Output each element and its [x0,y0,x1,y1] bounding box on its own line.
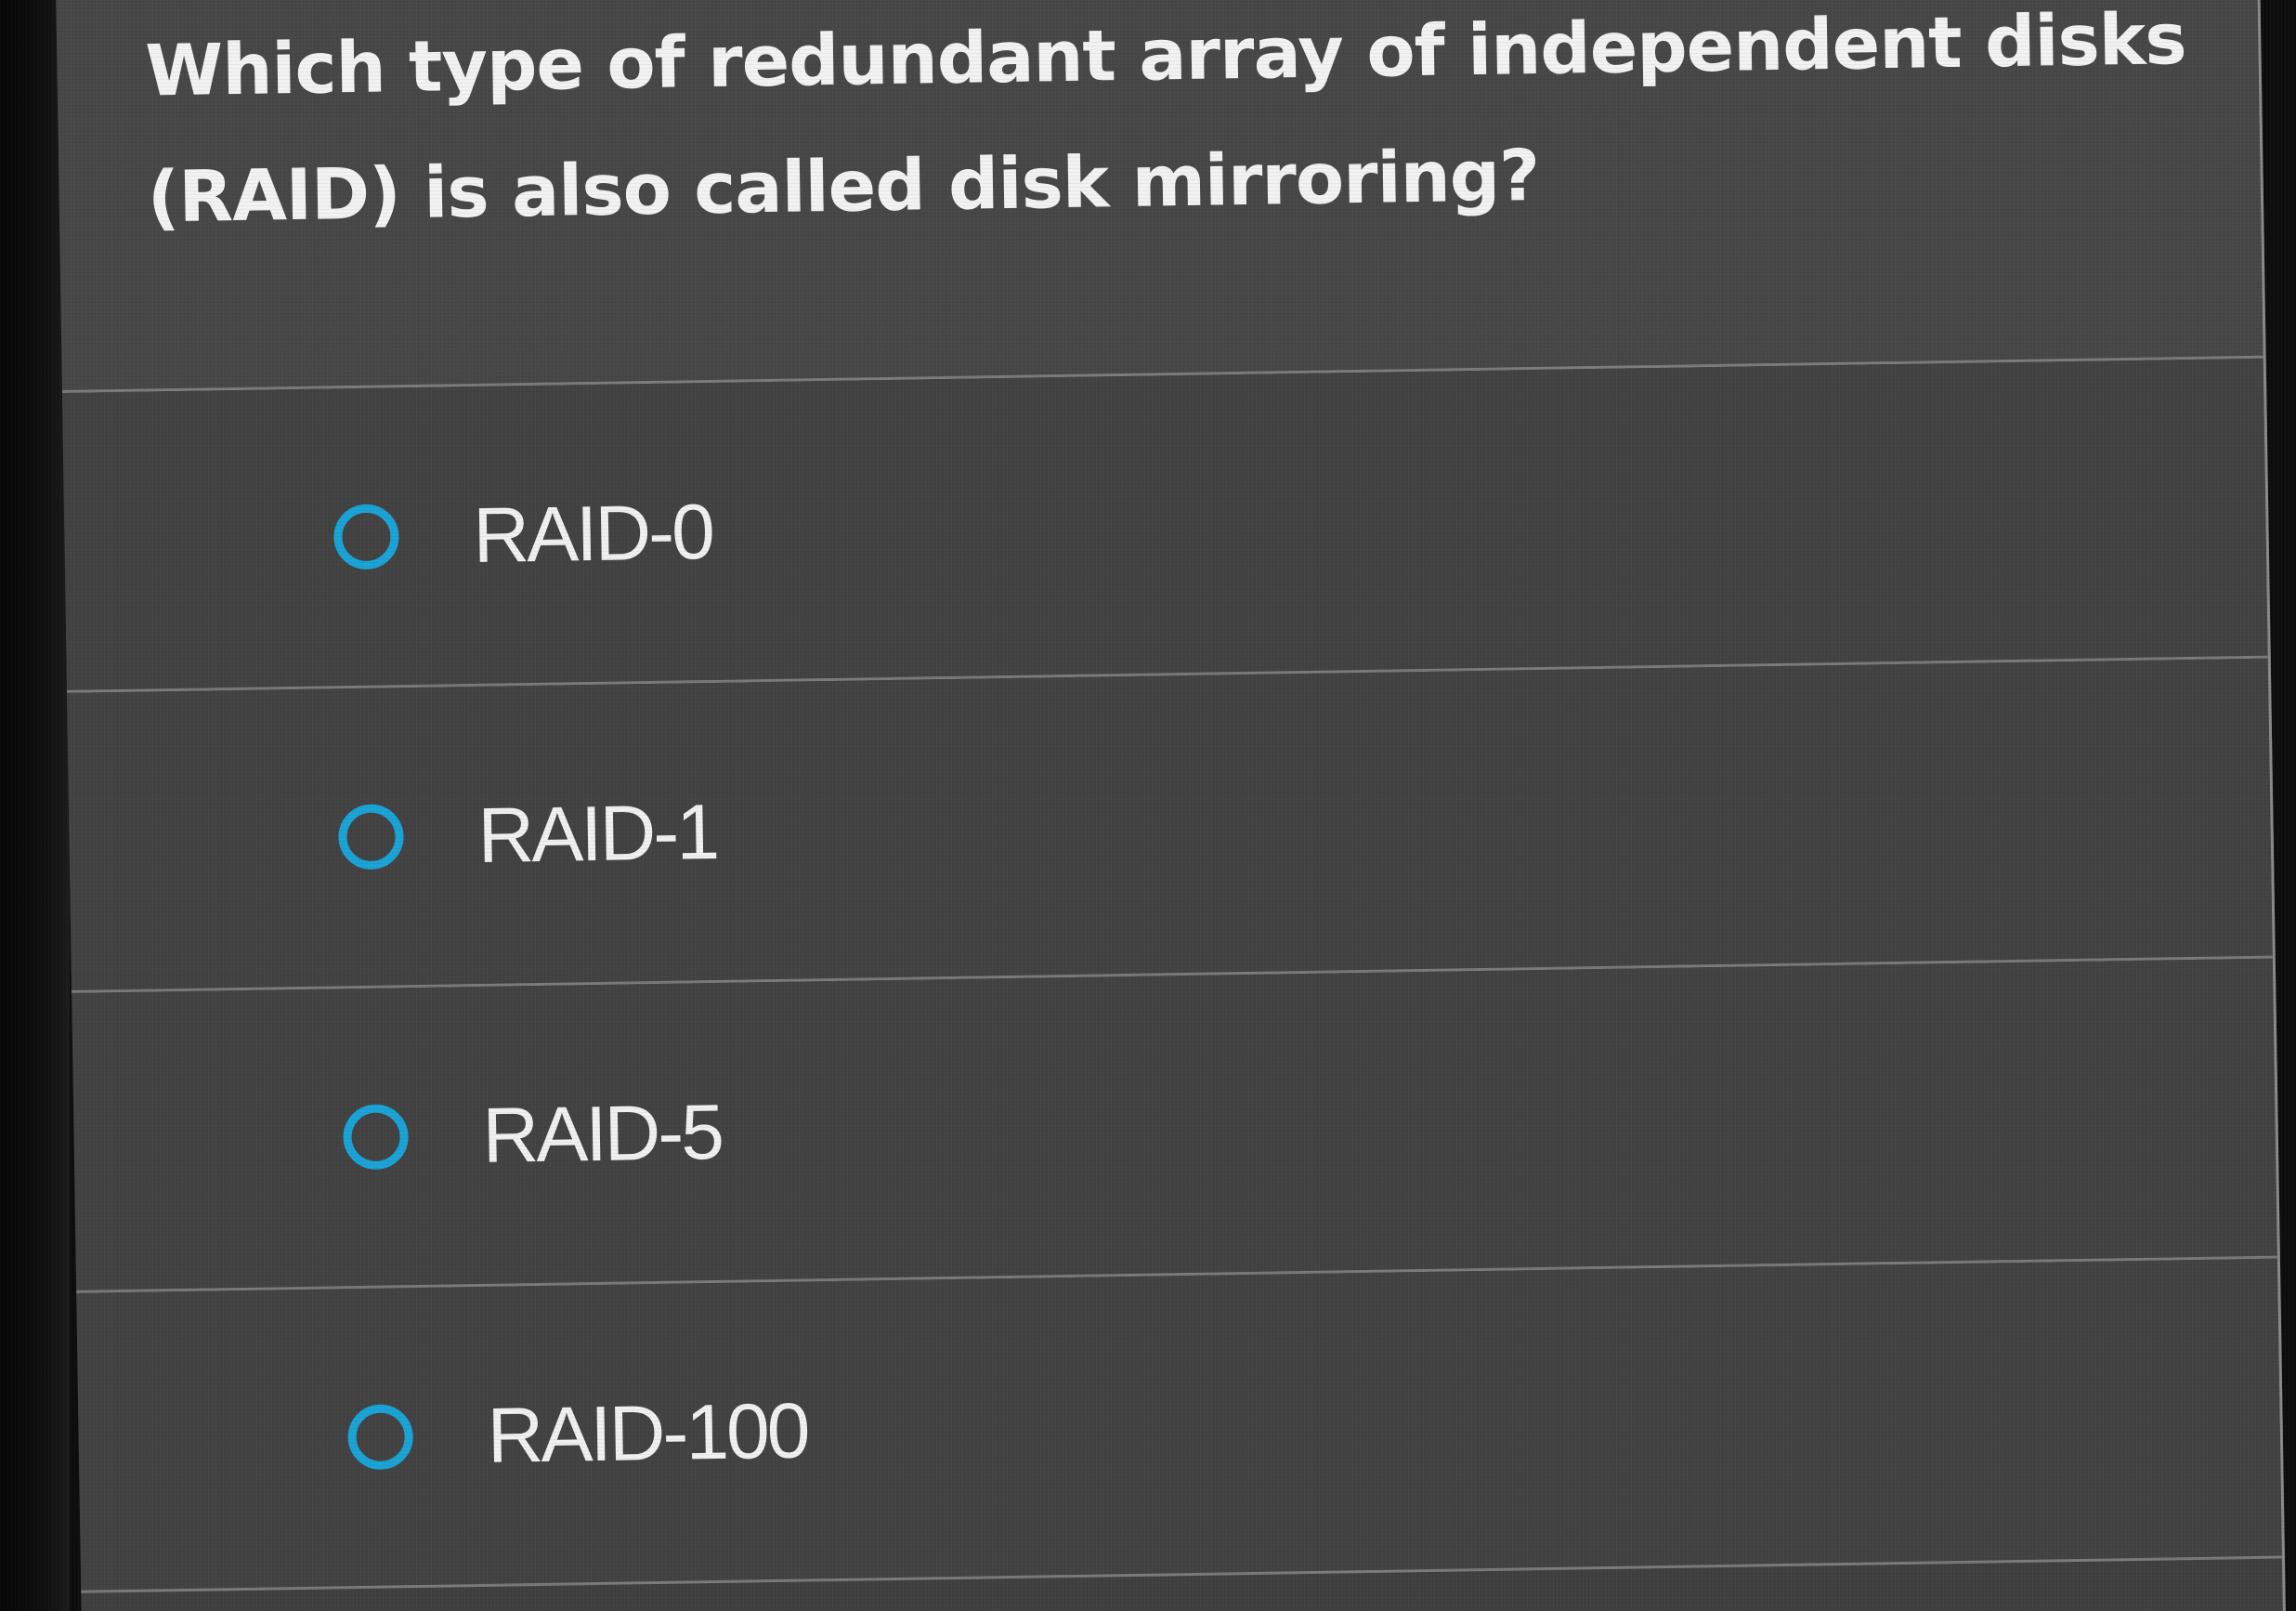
answer-option-raid-1[interactable]: RAID-1 [67,658,2273,993]
answer-option-label: RAID-0 [472,487,713,580]
radio-button-icon[interactable] [343,1104,410,1171]
answer-option-label: RAID-5 [481,1087,723,1179]
answer-option-raid-0[interactable]: RAID-0 [61,358,2268,693]
quiz-panel: Which type of redundant array of indepen… [56,0,2286,1611]
answer-option-label: RAID-100 [486,1386,809,1479]
question-area: Which type of redundant array of indepen… [56,0,2263,393]
question-text: Which type of redundant array of indepen… [144,0,2187,239]
radio-button-icon[interactable] [333,504,399,570]
answer-option-label: RAID-1 [476,787,718,879]
radio-button-icon[interactable] [347,1404,414,1471]
answer-option-raid-100[interactable]: RAID-100 [76,1258,2282,1593]
answer-option-raid-5[interactable]: RAID-5 [72,958,2277,1293]
screen: Which type of redundant array of indepen… [0,0,2296,1611]
radio-button-icon[interactable] [337,804,405,871]
